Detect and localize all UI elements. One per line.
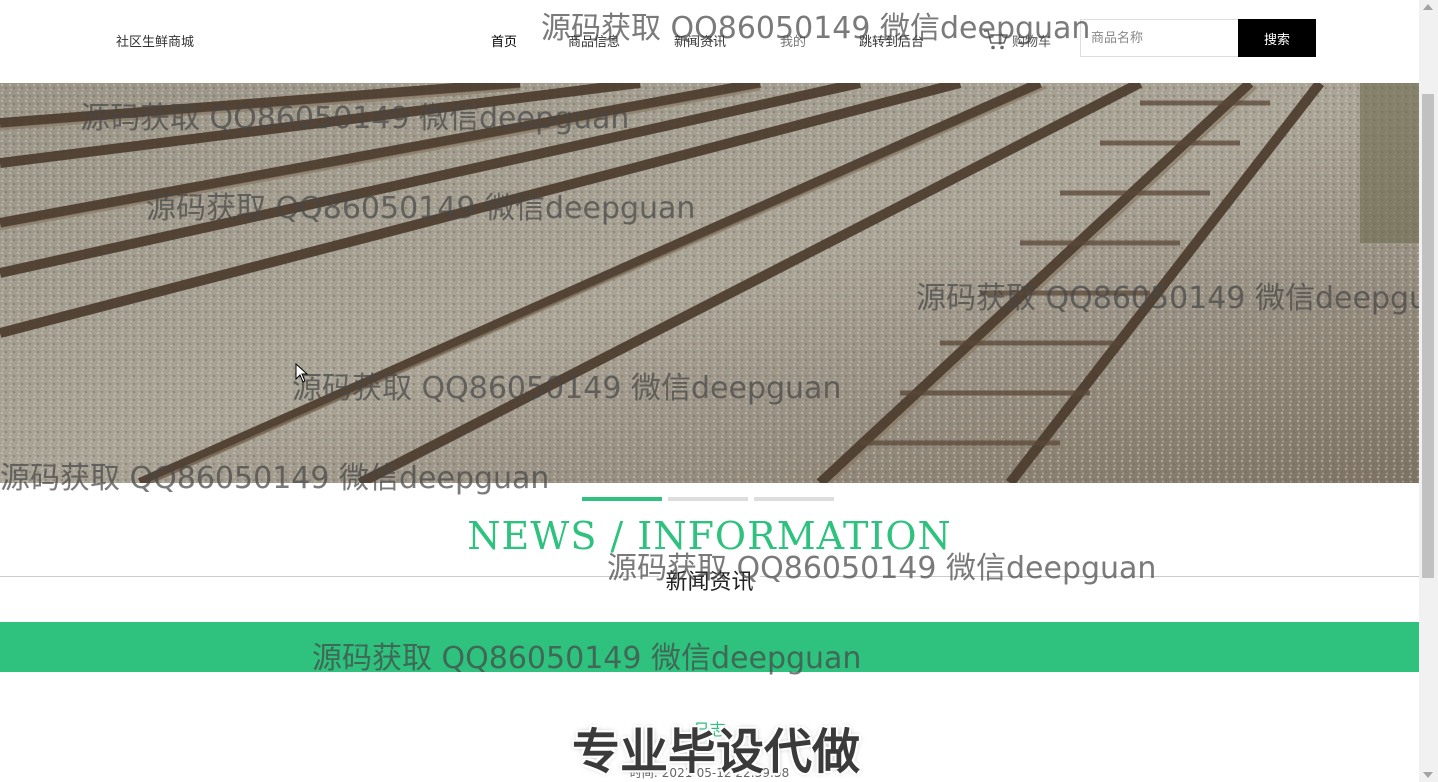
cursor-icon [295, 363, 309, 383]
nav-item-products[interactable]: 商品信息 [568, 31, 620, 50]
scroll-up-arrow-icon[interactable] [1423, 4, 1433, 10]
carousel-indicator-2[interactable] [668, 497, 748, 501]
news-time-value: 2021-05-12 22:39:58 [661, 766, 790, 780]
scroll-down-arrow-icon[interactable] [1423, 772, 1433, 778]
hero-banner-image[interactable] [0, 83, 1419, 483]
page-scrollbar[interactable] [1419, 0, 1438, 782]
cart-label: 购物车 [1012, 34, 1052, 50]
site-brand[interactable]: 社区生鲜商城 [116, 31, 194, 50]
news-time-label: 时间: [629, 766, 658, 780]
cart-icon [984, 30, 1008, 50]
nav-item-home[interactable]: 首页 [491, 31, 517, 50]
nav-item-admin[interactable]: 跳转到后台 [859, 31, 924, 50]
carousel-indicator-1[interactable] [582, 497, 662, 501]
news-filter-bar [0, 622, 1419, 672]
section-title-en: NEWS / INFORMATION [467, 514, 952, 558]
nav-item-mine[interactable]: 我的 [780, 31, 806, 50]
scrollbar-thumb[interactable] [1422, 94, 1434, 578]
section-title-cn: 新闻资讯 [659, 570, 760, 595]
search-input[interactable] [1080, 19, 1238, 57]
search-button[interactable]: 搜索 [1238, 19, 1316, 57]
nav-item-news[interactable]: 新闻资讯 [674, 31, 726, 50]
railway-tracks-image [0, 83, 1419, 483]
news-item-title[interactable]: 日志 [0, 716, 1419, 740]
carousel-indicator-3[interactable] [754, 497, 834, 501]
cart-link[interactable]: 购物车 [982, 28, 1051, 52]
news-item-time: 时间: 2021-05-12 22:39:58 [0, 764, 1419, 781]
section-title-cn-wrap: 新闻资讯 [0, 564, 1419, 596]
site-header: 社区生鲜商城 首页 商品信息 新闻资讯 我的 跳转到后台 购物车 搜索 [0, 0, 1419, 83]
